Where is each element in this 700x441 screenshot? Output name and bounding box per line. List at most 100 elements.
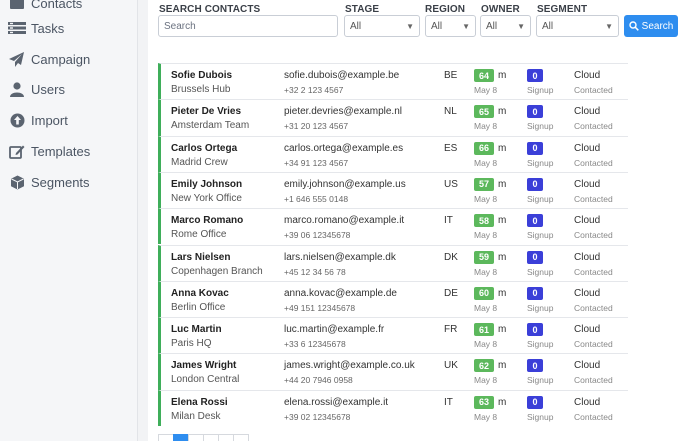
contact-email: pieter.devries@example.nl [284, 106, 402, 118]
score-badge: 58 [474, 214, 494, 228]
contact-stage: Signup [527, 121, 554, 132]
sidebar-item-segments[interactable]: Segments [0, 168, 138, 196]
table-row[interactable]: Marco Romano Rome Office marco.romano@ex… [158, 208, 628, 245]
cube-icon [8, 174, 26, 190]
score-unit: m [498, 396, 507, 408]
sidebar-item-users[interactable]: Users [0, 75, 138, 103]
contact-team: Brussels Hub [171, 84, 231, 95]
segment-select[interactable]: All ▼ [536, 15, 619, 37]
count-badge: 0 [527, 69, 543, 82]
contact-date: May 8 [474, 302, 498, 313]
contact-stage: Signup [527, 266, 554, 277]
stage-select-value: All [350, 20, 362, 32]
contact-stage: Signup [527, 411, 554, 422]
contact-status: Contacted [574, 302, 613, 313]
region-select[interactable]: All ▼ [425, 15, 476, 37]
contact-segment: Cloud [574, 324, 601, 336]
sidebar-item-templates[interactable]: Templates [0, 137, 138, 165]
score-unit: m [498, 287, 507, 299]
sidebar-item-campaign[interactable]: Campaign [0, 45, 138, 73]
contact-name: Anna Kovac [171, 287, 229, 299]
contact-status: Contacted [574, 266, 613, 277]
contact-status: Contacted [574, 85, 613, 95]
contact-date: May 8 [474, 411, 498, 422]
count-badge: 0 [527, 105, 543, 119]
contact-email: james.wright@example.co.uk [284, 360, 415, 372]
contact-name: Pieter De Vries [171, 106, 242, 118]
search-contacts-label: SEARCH CONTACTS [159, 4, 261, 15]
contact-date: May 8 [474, 339, 498, 350]
owner-label: OWNER [481, 4, 520, 15]
chevron-down-icon: ▼ [517, 21, 525, 31]
contact-country: NL [444, 106, 457, 118]
count-badge: 0 [527, 395, 543, 409]
contact-name: Lars Nielsen [171, 251, 231, 263]
contact-name: Marco Romano [171, 215, 244, 227]
contact-segment: Cloud [574, 396, 601, 408]
tasks-icon [8, 20, 26, 36]
contact-name: Emily Johnson [171, 178, 243, 190]
contact-status: Contacted [574, 121, 613, 132]
contact-team: London Central [171, 374, 240, 386]
contact-email: carlos.ortega@example.es [284, 142, 404, 154]
sidebar-item-import[interactable]: Import [0, 106, 138, 134]
contact-date: May 8 [474, 193, 498, 204]
region-select-value: All [431, 20, 443, 32]
table-row[interactable]: Lars Nielsen Copenhagen Branch lars.niel… [158, 244, 628, 281]
page-button[interactable] [203, 434, 219, 441]
score-unit: m [498, 106, 507, 118]
table-row[interactable]: Carlos Ortega Madrid Crew carlos.ortega@… [158, 135, 628, 172]
page-button[interactable] [188, 434, 204, 441]
contact-date: May 8 [474, 230, 498, 241]
table-row[interactable]: James Wright London Central james.wright… [158, 353, 628, 390]
chevron-down-icon: ▼ [605, 21, 613, 31]
contact-stage: Signup [527, 302, 554, 313]
table-row[interactable]: Luc Martin Paris HQ luc.martin@example.f… [158, 317, 628, 354]
table-row[interactable]: Sofie Dubois Brussels Hub sofie.dubois@e… [158, 63, 628, 100]
sidebar-item-tasks[interactable]: Tasks [0, 14, 138, 42]
contact-phone: +33 6 12345678 [284, 339, 346, 350]
search-icon [628, 21, 639, 31]
contact-segment: Cloud [574, 106, 601, 118]
search-placeholder: Search [164, 20, 196, 32]
contact-status: Contacted [574, 230, 613, 241]
search-input[interactable]: Search [158, 15, 338, 37]
sidebar-item-label: Campaign [31, 51, 91, 67]
contact-team: Milan Desk [171, 410, 221, 422]
contact-name: Sofie Dubois [171, 70, 233, 81]
segment-select-value: All [542, 20, 554, 32]
table-row[interactable]: Elena Rossi Milan Desk elena.rossi@examp… [158, 389, 628, 426]
contact-segment: Cloud [574, 178, 601, 190]
contact-phone: +39 02 12345678 [284, 411, 351, 422]
score-badge: 66 [474, 141, 494, 155]
search-button[interactable]: Search [624, 15, 678, 37]
contact-date: May 8 [474, 266, 498, 277]
contact-status: Contacted [574, 157, 613, 168]
contact-team: Copenhagen Branch [171, 265, 263, 277]
contact-status: Contacted [574, 375, 613, 386]
table-row[interactable]: Anna Kovac Berlin Office anna.kovac@exam… [158, 280, 628, 318]
sidebar-item-label: Templates [31, 143, 91, 159]
region-label: REGION [425, 4, 466, 15]
table-row[interactable]: Pieter De Vries Amsterdam Team pieter.de… [158, 99, 628, 136]
page-button[interactable] [218, 434, 234, 441]
contact-segment: Cloud [574, 287, 601, 299]
count-badge: 0 [527, 359, 543, 373]
contact-status: Contacted [574, 411, 613, 422]
contact-name: Carlos Ortega [171, 142, 238, 154]
stage-select[interactable]: All ▼ [344, 15, 420, 37]
contact-country: ES [444, 142, 458, 154]
owner-select[interactable]: All ▼ [480, 15, 531, 37]
contacts-icon [8, 0, 26, 11]
contact-country: IT [444, 215, 453, 227]
contact-status: Contacted [574, 193, 613, 204]
contact-team: Rome Office [171, 229, 227, 241]
contact-date: May 8 [474, 85, 498, 95]
page-button-next[interactable] [233, 434, 249, 441]
page-button-active[interactable] [173, 434, 189, 441]
page-button-prev[interactable] [158, 434, 174, 441]
table-row[interactable]: Emily Johnson New York Office emily.john… [158, 171, 628, 209]
contact-email: marco.romano@example.it [284, 215, 405, 227]
count-badge: 0 [527, 323, 543, 337]
contact-segment: Cloud [574, 215, 601, 227]
